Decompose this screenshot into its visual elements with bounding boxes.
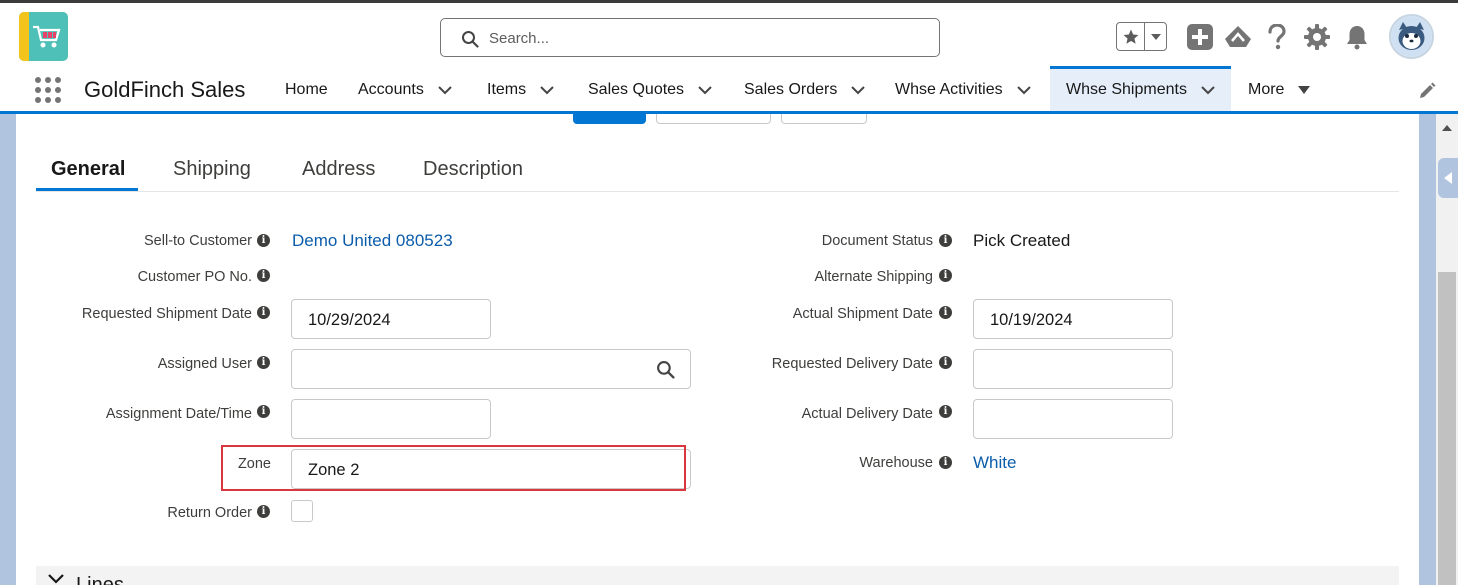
warehouse-link[interactable]: White [973, 453, 1016, 473]
tab-shipping[interactable]: Shipping [173, 158, 251, 181]
actual-delivery-date-input[interactable] [973, 399, 1173, 439]
nav-item-label: Accounts [358, 81, 424, 98]
nav-item-whse-activities[interactable]: Whse Activities [895, 68, 1031, 112]
info-icon[interactable]: i [939, 356, 952, 369]
info-icon[interactable]: i [257, 269, 270, 282]
global-search-input[interactable]: Search... [440, 18, 940, 57]
scroll-up-arrow-icon[interactable] [1442, 124, 1452, 132]
actual-shipment-date-label: Actual Shipment Date [792, 306, 933, 322]
user-avatar[interactable] [1389, 14, 1434, 59]
chevron-down-icon[interactable] [698, 85, 712, 95]
app-logo-icon [19, 12, 68, 61]
assignment-datetime-input[interactable] [291, 399, 491, 439]
nav-item-label: Sales Quotes [588, 81, 685, 98]
nav-item-label: Whse Shipments [1066, 81, 1187, 98]
nav-item-label: More [1248, 81, 1285, 98]
search-icon [462, 31, 479, 48]
nav-item-more[interactable]: More [1248, 68, 1311, 112]
nav-item-label: Whse Activities [895, 81, 1003, 98]
info-icon[interactable]: i [939, 306, 952, 319]
global-add-icon[interactable] [1186, 23, 1214, 51]
sell-to-customer-link[interactable]: Demo United 080523 [292, 231, 453, 251]
zone-highlight-box [221, 445, 686, 491]
edit-nav-pencil-icon[interactable] [1418, 82, 1436, 105]
nav-item-home[interactable]: Home [285, 68, 328, 112]
scrollbar-thumb[interactable] [1438, 272, 1456, 585]
actual-delivery-date-label: Actual Delivery Date [801, 406, 933, 422]
global-header: Search... [0, 0, 1458, 68]
action-button-primary[interactable] [573, 114, 646, 124]
setup-gear-icon[interactable] [1303, 23, 1331, 51]
info-icon[interactable]: i [257, 234, 270, 247]
info-icon[interactable]: i [257, 356, 270, 369]
customer-po-label: Customer PO No. [137, 269, 252, 285]
warehouse-label: Warehouse [859, 455, 933, 471]
tab-description[interactable]: Description [423, 158, 523, 181]
nav-item-label: Items [487, 81, 527, 98]
info-icon[interactable]: i [939, 269, 952, 282]
nav-item-label: Sales Orders [744, 81, 838, 98]
tab-address[interactable]: Address [302, 158, 375, 181]
info-icon[interactable]: i [257, 505, 270, 518]
nav-item-label: Home [285, 81, 328, 98]
help-icon[interactable] [1263, 23, 1291, 51]
lines-section-header[interactable]: Lines [36, 566, 1399, 585]
search-icon[interactable] [656, 360, 675, 379]
favorites-button-group [1116, 22, 1167, 51]
document-status-value: Pick Created [973, 231, 1071, 250]
info-icon[interactable]: i [939, 405, 952, 418]
return-order-label: Return Order [167, 505, 252, 521]
info-icon[interactable]: i [939, 456, 952, 469]
document-status-label: Document Status [821, 233, 933, 249]
caret-down-icon[interactable] [1298, 86, 1311, 94]
action-button-secondary[interactable] [656, 114, 771, 124]
app-name: GoldFinch Sales [84, 77, 246, 102]
chevron-down-icon[interactable] [1201, 85, 1215, 95]
nav-item-sales-quotes[interactable]: Sales Quotes [588, 68, 712, 112]
notifications-bell-icon[interactable] [1343, 23, 1371, 51]
nav-item-items[interactable]: Items [487, 68, 554, 112]
active-tab-indicator [36, 188, 138, 191]
chevron-down-icon[interactable] [438, 85, 452, 95]
alternate-shipping-label: Alternate Shipping [814, 269, 934, 285]
action-button-tertiary[interactable] [781, 114, 867, 124]
info-icon[interactable]: i [939, 234, 952, 247]
nav-item-whse-shipments[interactable]: Whse Shipments [1050, 66, 1231, 111]
app-navigation-bar: GoldFinch Sales Home Accounts Items Sale… [0, 66, 1458, 114]
tab-general[interactable]: General [51, 158, 125, 181]
chevron-down-icon[interactable] [540, 85, 554, 95]
app-launcher-icon[interactable] [35, 77, 63, 105]
chevron-down-icon[interactable] [48, 574, 64, 584]
trailhead-icon[interactable] [1224, 23, 1252, 51]
requested-shipment-date-label: Requested Shipment Date [81, 306, 252, 322]
chevron-down-icon[interactable] [1016, 85, 1031, 95]
info-icon[interactable]: i [257, 306, 270, 319]
actual-shipment-date-input[interactable]: 10/19/2024 [973, 299, 1173, 339]
favorites-star-icon[interactable] [1117, 23, 1146, 50]
record-tabs: General Shipping Address Description [36, 150, 1399, 192]
utility-panel-toggle-icon[interactable] [1438, 158, 1458, 198]
info-icon[interactable]: i [257, 405, 270, 418]
favorites-dropdown-icon[interactable] [1145, 23, 1166, 50]
return-order-checkbox[interactable] [291, 500, 313, 522]
requested-delivery-date-label: Requested Delivery Date [771, 356, 933, 372]
chevron-down-icon[interactable] [851, 85, 866, 95]
requested-shipment-date-input[interactable]: 10/29/2024 [291, 299, 491, 339]
search-placeholder: Search... [489, 30, 550, 47]
requested-delivery-date-input[interactable] [973, 349, 1173, 389]
nav-item-sales-orders[interactable]: Sales Orders [744, 68, 866, 112]
assignment-datetime-label: Assignment Date/Time [105, 406, 252, 422]
lines-section-title: Lines [76, 574, 124, 585]
assigned-user-label: Assigned User [157, 356, 252, 372]
sell-to-customer-label: Sell-to Customer [144, 233, 252, 249]
assigned-user-lookup[interactable] [291, 349, 691, 389]
nav-item-accounts[interactable]: Accounts [358, 68, 452, 112]
